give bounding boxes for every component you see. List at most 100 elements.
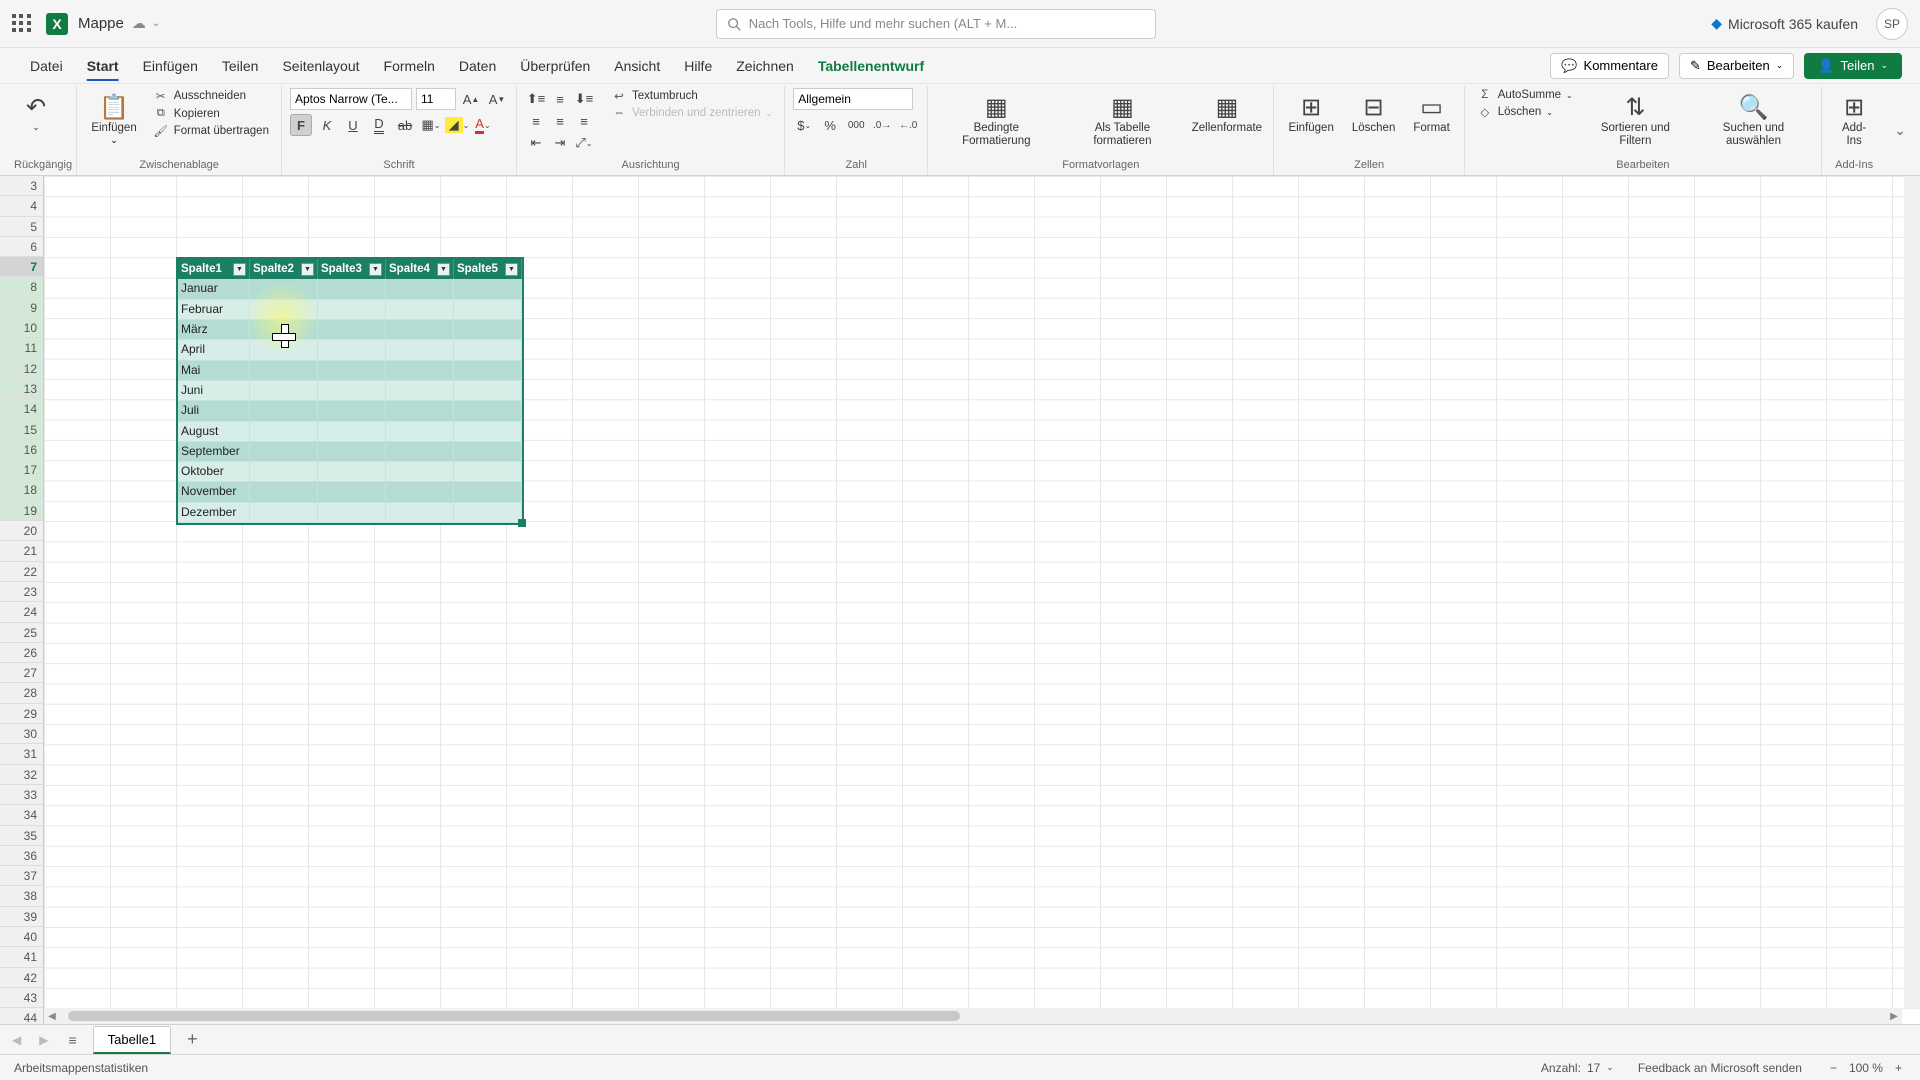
feedback-link[interactable]: Feedback an Microsoft senden <box>1638 1061 1802 1075</box>
row-header[interactable]: 9 <box>0 298 44 318</box>
cloud-sync-icon[interactable]: ☁ <box>132 15 146 32</box>
filter-dropdown-icon[interactable]: ▼ <box>233 263 246 276</box>
table-cell[interactable] <box>318 462 386 482</box>
row-header[interactable]: 31 <box>0 744 44 764</box>
table-cell[interactable]: November <box>178 482 250 502</box>
table-cell[interactable] <box>454 401 522 421</box>
table-row[interactable]: Oktober <box>178 462 522 482</box>
row-header[interactable]: 36 <box>0 846 44 866</box>
table-cell[interactable] <box>386 482 454 502</box>
row-header[interactable]: 25 <box>0 623 44 643</box>
filter-dropdown-icon[interactable]: ▼ <box>437 263 450 276</box>
table-cell[interactable] <box>250 340 318 360</box>
table-cell[interactable]: Oktober <box>178 462 250 482</box>
table-cell[interactable] <box>386 279 454 299</box>
fill-color-button[interactable]: ◢⌄ <box>446 114 468 136</box>
table-cell[interactable] <box>318 381 386 401</box>
app-launcher-icon[interactable] <box>12 14 32 34</box>
row-header[interactable]: 6 <box>0 237 44 257</box>
share-button[interactable]: 👤Teilen ⌄ <box>1804 53 1902 79</box>
row-header[interactable]: 40 <box>0 927 44 947</box>
increase-indent-button[interactable]: ⇥ <box>549 132 571 154</box>
row-header[interactable]: 10 <box>0 318 44 338</box>
tab-zeichnen[interactable]: Zeichnen <box>724 52 806 80</box>
increase-decimal-button[interactable]: .0→ <box>871 114 893 136</box>
table-header-cell[interactable]: Spalte5▼ <box>454 259 522 279</box>
align-middle-button[interactable]: ≡ <box>549 88 571 110</box>
format-painter-button[interactable]: 🖌Format übertragen <box>149 123 273 139</box>
merge-center-button[interactable]: ⇔Verbinden und zentrieren ⌄ <box>607 106 776 120</box>
tab-tabellenentwurf[interactable]: Tabellenentwurf <box>806 52 936 80</box>
align-top-button[interactable]: ⬆≡ <box>525 88 547 110</box>
table-cell[interactable] <box>386 361 454 381</box>
table-cell[interactable]: Dezember <box>178 503 250 523</box>
table-row[interactable]: Juli <box>178 401 522 421</box>
scroll-left-icon[interactable]: ◀ <box>44 1011 60 1022</box>
format-as-table-button[interactable]: ▦Als Tabelle formatieren <box>1062 88 1182 152</box>
title-chevron-icon[interactable]: ⌄ <box>152 18 160 29</box>
row-header[interactable]: 14 <box>0 399 44 419</box>
tab-teilen[interactable]: Teilen <box>210 52 271 80</box>
table-row[interactable]: Juni <box>178 381 522 401</box>
italic-button[interactable]: K <box>316 114 338 136</box>
data-table[interactable]: Spalte1▼Spalte2▼Spalte3▼Spalte4▼Spalte5▼… <box>176 257 524 525</box>
row-header[interactable]: 23 <box>0 582 44 602</box>
scroll-right-icon[interactable]: ▶ <box>1886 1011 1902 1022</box>
decrease-indent-button[interactable]: ⇤ <box>525 132 547 154</box>
increase-font-button[interactable]: A▲ <box>460 88 482 110</box>
row-header[interactable]: 21 <box>0 541 44 561</box>
row-header[interactable]: 7 <box>0 257 44 277</box>
table-row[interactable]: November <box>178 482 522 502</box>
table-cell[interactable] <box>386 462 454 482</box>
table-cell[interactable] <box>318 401 386 421</box>
table-cell[interactable] <box>318 320 386 340</box>
all-sheets-button[interactable]: ≡ <box>62 1032 82 1048</box>
table-cell[interactable] <box>386 300 454 320</box>
table-cell[interactable]: Januar <box>178 279 250 299</box>
table-cell[interactable] <box>386 320 454 340</box>
addins-button[interactable]: ⊞Add-Ins <box>1830 88 1878 152</box>
table-cell[interactable] <box>386 422 454 442</box>
table-row[interactable]: August <box>178 422 522 442</box>
decrease-decimal-button[interactable]: ←.0 <box>897 114 919 136</box>
sort-filter-button[interactable]: ⇅Sortieren und Filtern <box>1583 88 1688 152</box>
edit-mode-button[interactable]: ✎Bearbeiten ⌄ <box>1679 53 1794 79</box>
hscroll-thumb[interactable] <box>68 1011 960 1021</box>
row-header[interactable]: 22 <box>0 562 44 582</box>
align-center-button[interactable]: ≡ <box>549 110 571 132</box>
table-cell[interactable] <box>250 279 318 299</box>
align-bottom-button[interactable]: ⬇≡ <box>573 88 595 110</box>
undo-button[interactable]: ↶⌄ <box>14 88 58 136</box>
row-header[interactable]: 28 <box>0 683 44 703</box>
row-header[interactable]: 20 <box>0 521 44 541</box>
row-header[interactable]: 26 <box>0 643 44 663</box>
table-cell[interactable] <box>454 462 522 482</box>
spreadsheet-grid[interactable]: 3456789101112131415161718192021222324252… <box>0 176 1920 1024</box>
sheet-nav-next[interactable]: ▶ <box>35 1033 52 1047</box>
table-cell[interactable] <box>250 503 318 523</box>
row-header[interactable]: 41 <box>0 947 44 967</box>
table-cell[interactable] <box>454 279 522 299</box>
table-row[interactable]: Mai <box>178 361 522 381</box>
table-row[interactable]: April <box>178 340 522 360</box>
table-cell[interactable] <box>454 300 522 320</box>
bold-button[interactable]: F <box>290 114 312 136</box>
search-input[interactable]: Nach Tools, Hilfe und mehr suchen (ALT +… <box>716 9 1156 39</box>
sheet-nav-prev[interactable]: ◀ <box>8 1033 25 1047</box>
comma-button[interactable]: 000 <box>845 114 867 136</box>
table-cell[interactable] <box>454 503 522 523</box>
table-cell[interactable] <box>386 401 454 421</box>
table-cell[interactable]: August <box>178 422 250 442</box>
table-cell[interactable] <box>318 361 386 381</box>
table-row[interactable]: Februar <box>178 300 522 320</box>
table-cell[interactable]: April <box>178 340 250 360</box>
tab-ansicht[interactable]: Ansicht <box>602 52 672 80</box>
font-color-button[interactable]: A⌄ <box>472 114 494 136</box>
filter-dropdown-icon[interactable]: ▼ <box>301 263 314 276</box>
row-header[interactable]: 24 <box>0 602 44 622</box>
table-cell[interactable] <box>454 482 522 502</box>
align-right-button[interactable]: ≡ <box>573 110 595 132</box>
zoom-level[interactable]: 100 % <box>1849 1061 1883 1075</box>
row-header[interactable]: 39 <box>0 907 44 927</box>
wrap-text-button[interactable]: ↩Textumbruch <box>607 88 776 104</box>
